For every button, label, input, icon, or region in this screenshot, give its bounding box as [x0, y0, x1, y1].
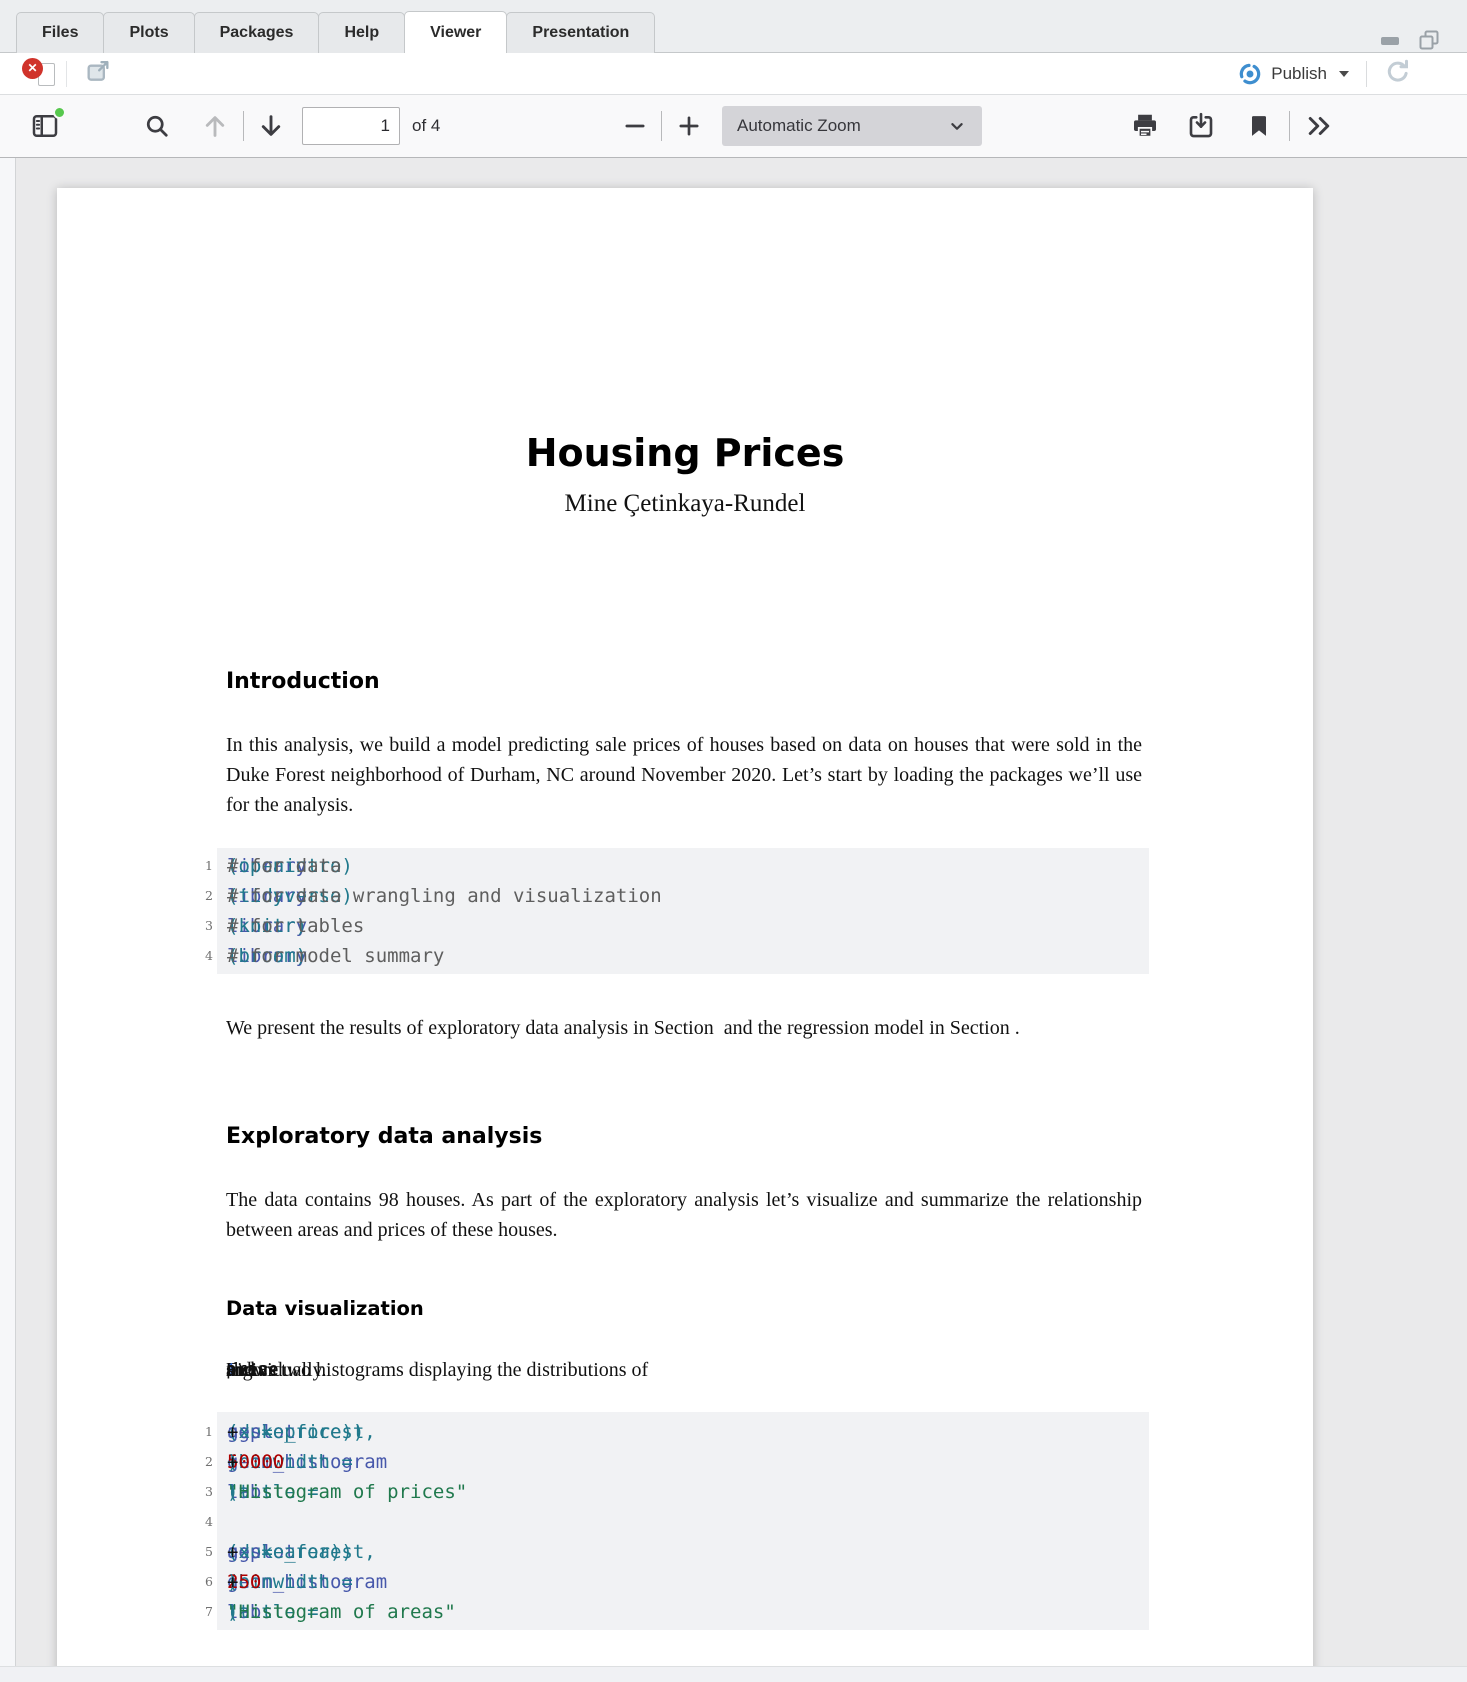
code-line: 4: [227, 1507, 1149, 1537]
line-number: 2: [185, 881, 213, 911]
code-line: 5ggplot(duke_forest, aes(x = area)) +: [227, 1537, 1149, 1567]
toggle-sidebar-button[interactable]: [28, 109, 62, 143]
pane-tab-strip: Files Plots Packages Help Viewer Present…: [0, 0, 1467, 53]
popout-window-icon: [84, 57, 112, 85]
window-left-gutter: [0, 158, 16, 1666]
pdf-page-1: Housing Prices Mine Çetinkaya-Rundel Int…: [57, 188, 1313, 1666]
line-number: 7: [185, 1597, 213, 1627]
page-count-label: of 4: [412, 116, 440, 136]
pane-tabs: Files Plots Packages Help Viewer Present…: [16, 11, 654, 53]
printer-icon: [1130, 111, 1160, 141]
paragraph-eda: The data contains 98 houses. As part of …: [226, 1185, 1142, 1245]
zoom-select[interactable]: Automatic Zoom: [722, 106, 982, 146]
line-number: 4: [185, 941, 213, 971]
line-number: 3: [185, 1477, 213, 1507]
pdf-viewport[interactable]: Housing Prices Mine Çetinkaya-Rundel Int…: [0, 158, 1467, 1666]
code-line: 6 geom_histogram(binwidth = 250) +: [227, 1567, 1149, 1597]
code-line: 3 labs(title = "Histogram of prices"): [227, 1477, 1149, 1507]
heading-introduction: Introduction: [226, 669, 380, 694]
current-view-button[interactable]: [1242, 109, 1276, 143]
publish-dropdown-caret-icon[interactable]: [1339, 71, 1349, 77]
search-icon: [142, 111, 172, 141]
tab-files[interactable]: Files: [16, 12, 104, 53]
print-button[interactable]: [1128, 109, 1162, 143]
save-button[interactable]: [1184, 109, 1218, 143]
tab-viewer[interactable]: Viewer: [404, 11, 507, 53]
viewer-toolbar: ✕ Publish: [0, 53, 1467, 95]
line-number: 4: [185, 1507, 213, 1537]
minimize-pane-icon[interactable]: [1379, 29, 1401, 56]
line-number: 5: [185, 1537, 213, 1567]
refresh-icon: [1383, 56, 1413, 86]
code-line: 1ggplot(duke_forest, aes(x = price)) +: [227, 1417, 1149, 1447]
zoom-out-button[interactable]: [618, 109, 652, 143]
code-line: 2library(tidyverse) # for data wrangling…: [227, 881, 1149, 911]
download-save-icon: [1186, 111, 1216, 141]
chevron-down-icon: [946, 115, 968, 142]
heading-data-visualization: Data visualization: [226, 1297, 424, 1320]
code-line: 7 labs(title = "Histogram of areas"): [227, 1597, 1149, 1627]
publish-button[interactable]: Publish: [1237, 53, 1349, 95]
next-page-button[interactable]: [254, 109, 288, 143]
text-run: individually.: [226, 1355, 326, 1385]
down-arrow-icon: [256, 111, 286, 141]
plus-icon: [675, 112, 703, 140]
zoom-select-value: Automatic Zoom: [737, 116, 861, 136]
previous-page-button[interactable]: [198, 109, 232, 143]
toolbar-separator: [661, 111, 662, 141]
bookmark-icon: [1245, 112, 1273, 140]
open-in-new-window-button[interactable]: [84, 57, 112, 90]
paragraph-section-references: We present the results of exploratory da…: [226, 1013, 1142, 1043]
toolbar-separator: [66, 61, 67, 87]
toolbar-separator: [1289, 111, 1290, 141]
line-number: 6: [185, 1567, 213, 1597]
line-number: 1: [185, 1417, 213, 1447]
pdf-toolbar: of 4 Automatic Zoom: [0, 95, 1467, 158]
toolbar-separator: [1366, 61, 1367, 87]
tab-packages[interactable]: Packages: [194, 12, 320, 53]
line-number: 2: [185, 1447, 213, 1477]
find-button[interactable]: [140, 109, 174, 143]
tab-plots[interactable]: Plots: [103, 12, 194, 53]
paragraph-introduction: In this analysis, we build a model predi…: [226, 730, 1142, 820]
tab-help[interactable]: Help: [318, 12, 405, 53]
zoom-in-button[interactable]: [672, 109, 706, 143]
window-bottom-edge: [0, 1666, 1467, 1682]
code-line: 3library(knitr) # for tables: [227, 911, 1149, 941]
clear-viewer-button[interactable]: ✕: [22, 58, 62, 90]
tab-presentation[interactable]: Presentation: [506, 12, 655, 53]
minus-icon: [621, 112, 649, 140]
line-number: 1: [185, 851, 213, 881]
page-number-input[interactable]: [302, 107, 400, 145]
code-block-libraries: 1library(openintro) # for data2library(t…: [217, 848, 1149, 974]
refresh-button[interactable]: [1383, 56, 1413, 91]
toolbar-separator: [243, 111, 244, 141]
up-arrow-icon: [200, 111, 230, 141]
heading-exploratory-data-analysis: Exploratory data analysis: [226, 1124, 542, 1149]
code-block-ggplot: 1ggplot(duke_forest, aes(x = price)) +2 …: [217, 1412, 1149, 1630]
document-title: Housing Prices: [57, 431, 1313, 475]
publish-label: Publish: [1271, 64, 1327, 84]
code-line: 4library(broom) # for model summary: [227, 941, 1149, 971]
document-author: Mine Çetinkaya-Rundel: [57, 490, 1313, 518]
double-chevron-icon: [1304, 111, 1334, 141]
more-tools-button[interactable]: [1302, 109, 1336, 143]
line-number: 3: [185, 911, 213, 941]
code-line: 2 geom_histogram(binwidth = 50000) +: [227, 1447, 1149, 1477]
stop-close-icon: ✕: [22, 58, 43, 79]
code-line: 1library(openintro) # for data: [227, 851, 1149, 881]
sidebar-notification-dot: [53, 106, 66, 119]
publish-icon: [1237, 61, 1263, 87]
